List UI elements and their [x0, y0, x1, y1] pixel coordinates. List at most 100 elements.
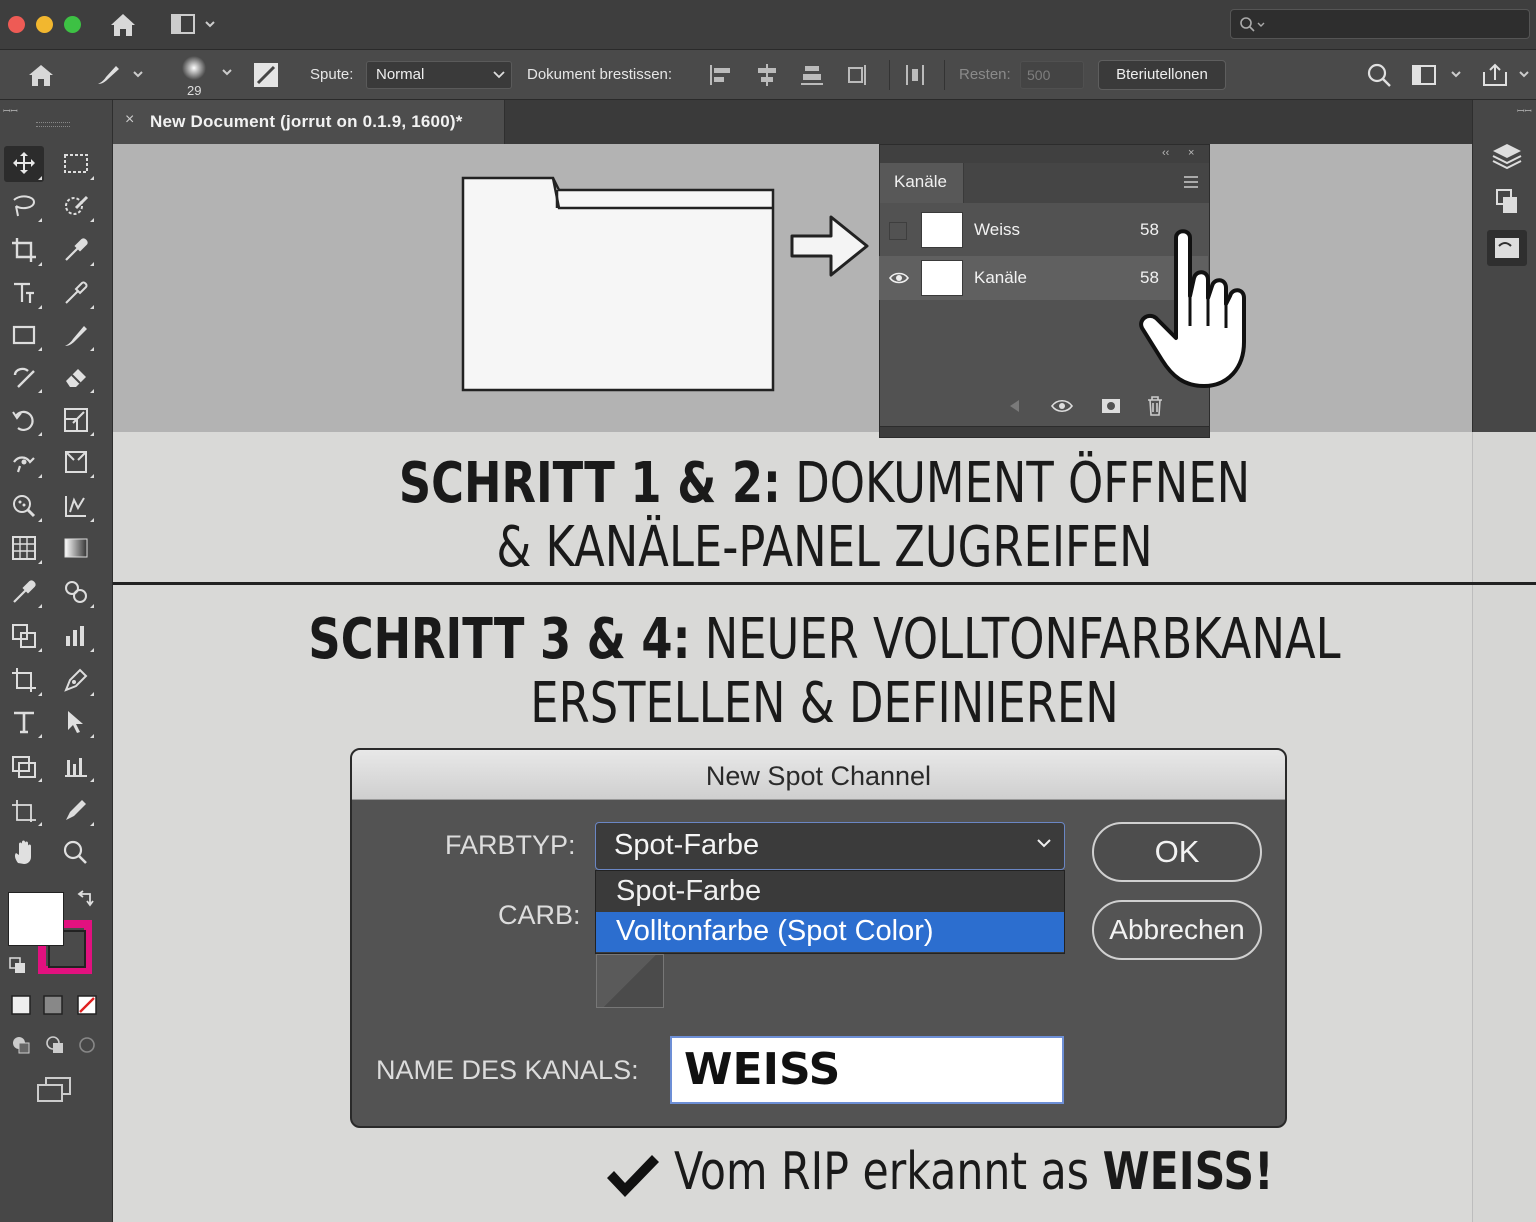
- pen-tool[interactable]: [56, 662, 96, 698]
- channels-panel-icon[interactable]: [1487, 230, 1527, 266]
- distribute-icon[interactable]: [902, 62, 928, 88]
- workspace-layout-icon[interactable]: [170, 12, 220, 38]
- panel-grip[interactable]: [36, 122, 70, 127]
- layers-panel-icon[interactable]: [1487, 138, 1527, 174]
- cancel-button[interactable]: Abbrechen: [1092, 900, 1262, 960]
- dropdown-option-selected[interactable]: Volltonfarbe (Spot Color): [596, 912, 1064, 952]
- resten-input[interactable]: 500: [1020, 61, 1084, 89]
- foreground-color-swatch[interactable]: [8, 892, 64, 946]
- eraser-tool[interactable]: [56, 359, 96, 395]
- move-tool[interactable]: [4, 146, 44, 182]
- marquee-tool[interactable]: [56, 146, 96, 182]
- symbol-tool[interactable]: [56, 574, 96, 610]
- collapse-panel-icon[interactable]: ‹‹: [1162, 147, 1169, 159]
- bar-chart-icon: [66, 626, 84, 646]
- dropper-tool[interactable]: [4, 574, 44, 610]
- direct-select-tool[interactable]: [56, 704, 96, 740]
- puppet-tool[interactable]: [4, 444, 44, 480]
- free-transform-icon: [65, 451, 87, 473]
- gradient-mode-icon[interactable]: [42, 994, 64, 1021]
- brush-size-picker[interactable]: 29: [178, 56, 236, 98]
- align-center-icon[interactable]: [754, 62, 780, 88]
- spute-select[interactable]: Normal: [366, 61, 512, 89]
- close-window-button[interactable]: [8, 16, 25, 33]
- home-icon[interactable]: [26, 62, 56, 88]
- brush-tool[interactable]: [56, 317, 96, 353]
- draw-normal-icon[interactable]: [10, 1034, 32, 1061]
- artboard-tool[interactable]: [4, 662, 44, 698]
- dock-collapse-icon[interactable]: ꟷꟷ: [1517, 104, 1532, 117]
- align-left-icon[interactable]: [708, 62, 734, 88]
- color-swatch-button[interactable]: [596, 954, 664, 1008]
- chevron-down-icon: [493, 71, 505, 79]
- screen-mode-icon[interactable]: [1410, 62, 1470, 88]
- blur-tool[interactable]: [4, 488, 44, 524]
- hand-tool[interactable]: [4, 835, 44, 871]
- align-bottom-icon[interactable]: [799, 62, 825, 88]
- farbtyp-select[interactable]: Spot-Farbe: [595, 822, 1065, 870]
- visibility-toggle[interactable]: [889, 222, 907, 240]
- eyedropper-tool[interactable]: [56, 232, 96, 268]
- search-icon: [1240, 17, 1265, 32]
- save-mask-icon[interactable]: [1101, 398, 1121, 414]
- dropdown-option[interactable]: Spot-Farbe: [596, 872, 1064, 912]
- panel-menu-icon[interactable]: [1183, 175, 1199, 189]
- ok-button[interactable]: OK: [1092, 822, 1262, 882]
- fill-color-mode-icon[interactable]: [10, 994, 32, 1021]
- home-icon[interactable]: [108, 10, 138, 40]
- document-tab[interactable]: × New Document (jorrut on 0.1.9, 1600)*: [113, 100, 505, 144]
- draw-behind-icon[interactable]: [44, 1034, 66, 1061]
- artboards-panel-icon[interactable]: [1487, 184, 1527, 220]
- eye-icon[interactable]: [889, 269, 909, 287]
- search-input[interactable]: [1230, 9, 1530, 39]
- load-selection-icon[interactable]: [1007, 398, 1023, 414]
- rotate-tool[interactable]: [4, 402, 44, 438]
- lasso-tool[interactable]: [4, 188, 44, 224]
- screen-mode-icon[interactable]: [36, 1076, 74, 1109]
- no-fill-icon[interactable]: [76, 994, 98, 1021]
- close-tab-icon[interactable]: ×: [125, 111, 134, 129]
- default-colors-icon[interactable]: [8, 956, 28, 981]
- brush-toggle-icon[interactable]: [253, 62, 279, 88]
- column-graph-tool[interactable]: [56, 748, 96, 784]
- chevron-down-icon: [1037, 839, 1051, 848]
- eye-icon[interactable]: [1051, 398, 1073, 414]
- channel-name: Weiss: [974, 220, 1020, 239]
- minimize-window-button[interactable]: [36, 16, 53, 33]
- farbtyp-value: Spot-Farbe: [614, 829, 760, 861]
- options-action-button[interactable]: Bteriutellonen: [1098, 60, 1226, 90]
- channel-name-field[interactable]: WEISS: [670, 1036, 1064, 1104]
- swap-colors-icon[interactable]: [76, 890, 96, 915]
- brush-preset-icon[interactable]: [94, 62, 146, 88]
- live-paint-tool[interactable]: [4, 748, 44, 784]
- panel-header: ‹‹ ×: [880, 145, 1209, 163]
- quick-select-tool[interactable]: [56, 188, 96, 224]
- lasso-icon: [13, 195, 36, 217]
- pattern-tool[interactable]: [4, 530, 44, 566]
- healing-tool[interactable]: [4, 359, 44, 395]
- pencil-tool[interactable]: [56, 792, 96, 828]
- crop-tool[interactable]: [4, 232, 44, 268]
- search-icon[interactable]: [1366, 62, 1394, 88]
- close-panel-icon[interactable]: ×: [1188, 147, 1194, 159]
- text-tool[interactable]: [4, 704, 44, 740]
- rectangle-tool[interactable]: [4, 317, 44, 353]
- align-right-icon[interactable]: [843, 62, 869, 88]
- zoom-window-button[interactable]: [64, 16, 81, 33]
- free-transform-tool[interactable]: [56, 444, 96, 480]
- mesh-tool[interactable]: [56, 488, 96, 524]
- share-icon[interactable]: [1480, 62, 1536, 88]
- gradient-tool[interactable]: [56, 530, 96, 566]
- color-sampler-tool[interactable]: [56, 275, 96, 311]
- bar-chart-tool[interactable]: [56, 618, 96, 654]
- graph-tool[interactable]: [4, 618, 44, 654]
- slice-tool[interactable]: [4, 792, 44, 828]
- scale-tool[interactable]: [56, 402, 96, 438]
- type-tool[interactable]: [4, 275, 44, 311]
- zoom-tool[interactable]: [56, 835, 96, 871]
- panel-resize-grip[interactable]: [879, 426, 1210, 438]
- tab-channels[interactable]: Kanäle: [880, 163, 964, 203]
- panel-collapse-icon[interactable]: ꟷꟷ: [3, 104, 18, 117]
- draw-inside-icon[interactable]: [76, 1034, 98, 1061]
- trash-icon[interactable]: [1146, 396, 1164, 416]
